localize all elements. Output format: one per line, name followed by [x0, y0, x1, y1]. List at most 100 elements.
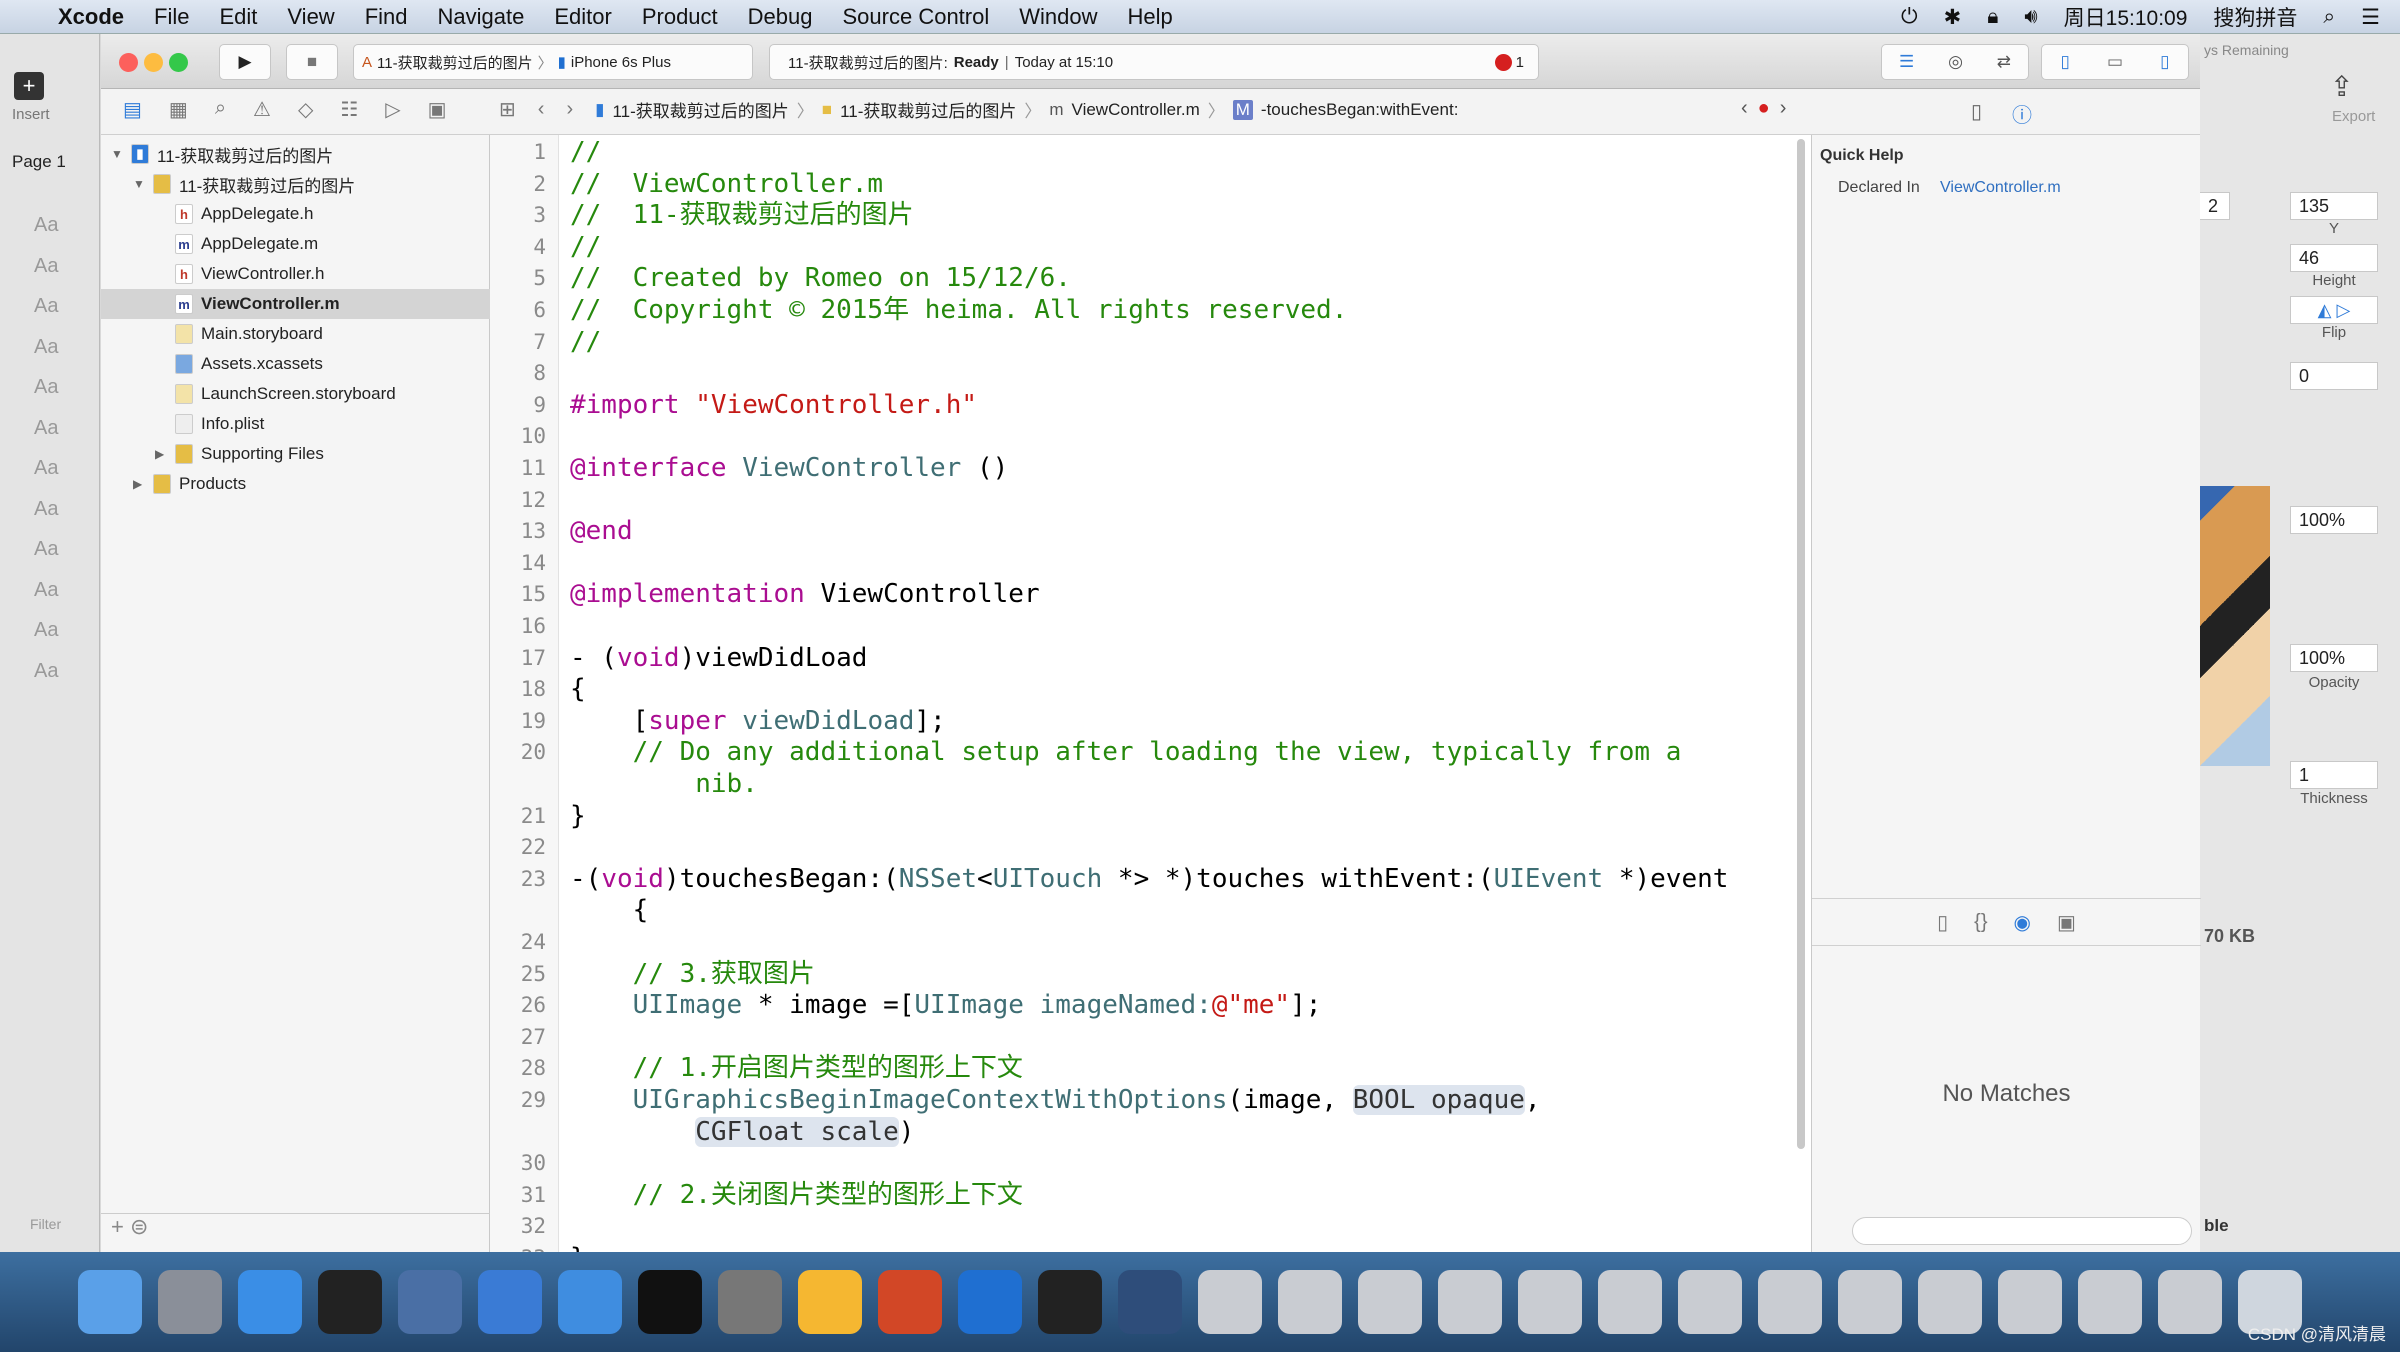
code-line[interactable]: 18 { — [490, 674, 1811, 706]
issue-navigator-icon[interactable]: ⚠ — [253, 97, 271, 122]
menu-find[interactable]: Find — [365, 4, 408, 30]
teamviewer-icon[interactable] — [958, 1270, 1022, 1334]
code-line[interactable]: 29 UIGraphicsBeginImageContextWithOption… — [490, 1085, 1811, 1117]
test-navigator-icon[interactable]: ◇ — [298, 97, 313, 122]
window1-icon[interactable] — [1198, 1270, 1262, 1334]
menu-navigate[interactable]: Navigate — [438, 4, 525, 30]
window5-icon[interactable] — [1518, 1270, 1582, 1334]
navigator-item[interactable]: h AppDelegate.h — [101, 199, 490, 229]
code-line[interactable]: { — [490, 895, 1811, 927]
file-inspector-icon[interactable]: ▯ — [1971, 99, 1982, 128]
layer-item[interactable]: Aa — [34, 538, 58, 561]
report-navigator-icon[interactable]: ▣ — [428, 97, 447, 122]
launchpad-icon[interactable] — [158, 1270, 222, 1334]
x-field[interactable]: 2 — [2200, 192, 2230, 220]
crumb-file[interactable]: ViewController.m — [1072, 100, 1200, 120]
code-line[interactable]: nib. — [490, 769, 1811, 801]
height-field[interactable]: 46 — [2290, 244, 2378, 272]
forward-icon[interactable]: › — [566, 98, 573, 121]
menu-file[interactable]: File — [154, 4, 189, 30]
crumb-method[interactable]: -touchesBegan:withEvent: — [1261, 100, 1459, 120]
navigator-toggle-icon[interactable]: ▯ — [2061, 52, 2070, 72]
navigator-item[interactable]: ▶ Supporting Files — [101, 439, 490, 469]
battery-icon[interactable]: ⏻ — [1901, 5, 1918, 29]
code-line[interactable]: 27 — [490, 1022, 1811, 1054]
navigator-item[interactable]: Main.storyboard — [101, 319, 490, 349]
code-line[interactable]: 5 // Created by Romeo on 15/12/6. — [490, 263, 1811, 295]
clock[interactable]: 周日15:10:09 — [2064, 2, 2188, 32]
navigator-item[interactable]: ▼ 11-获取裁剪过后的图片 — [101, 169, 490, 199]
fill-opacity-field[interactable]: 100% — [2290, 506, 2378, 534]
layer-item[interactable]: Aa — [34, 457, 58, 480]
window10-icon[interactable] — [1918, 1270, 1982, 1334]
code-line[interactable]: 31 // 2.关闭图片类型的图形上下文 — [490, 1180, 1811, 1212]
code-line[interactable]: 25 // 3.获取图片 — [490, 959, 1811, 991]
code-line[interactable]: 2 // ViewController.m — [490, 169, 1811, 201]
view-toggle-group[interactable]: ▯ ▭ ▯ — [2041, 44, 2189, 80]
code-line[interactable]: 11 @interface ViewController () — [490, 453, 1811, 485]
mouse-icon[interactable] — [318, 1270, 382, 1334]
utilities-toggle-icon[interactable]: ▯ — [2160, 52, 2169, 72]
navigator-item[interactable]: Info.plist — [101, 409, 490, 439]
navigator-item[interactable]: ▼ ▮ 11-获取裁剪过后的图片 — [101, 139, 490, 169]
menu-product[interactable]: Product — [642, 4, 718, 30]
code-line[interactable]: 4 // — [490, 232, 1811, 264]
code-line[interactable]: 3 // 11-获取裁剪过后的图片 — [490, 200, 1811, 232]
disclosure-triangle-icon[interactable]: ▼ — [111, 147, 123, 161]
code-line[interactable]: 6 // Copyright © 2015年 heima. All rights … — [490, 295, 1811, 327]
back-icon[interactable]: ‹ — [538, 98, 545, 121]
code-line[interactable]: 9 #import "ViewController.h" — [490, 390, 1811, 422]
navigator-item[interactable]: h ViewController.h — [101, 259, 490, 289]
add-icon[interactable]: + — [111, 1214, 124, 1239]
code-line[interactable]: 20 // Do any additional setup after load… — [490, 737, 1811, 769]
assistant-editor-icon[interactable]: ◎ — [1948, 52, 1963, 72]
window9-icon[interactable] — [1838, 1270, 1902, 1334]
code-line[interactable]: 17 - (void)viewDidLoad — [490, 643, 1811, 675]
close-button[interactable] — [119, 53, 138, 72]
editor-mode-group[interactable]: ☰ ◎ ⇄ — [1881, 44, 2029, 80]
code-line[interactable]: 23 -(void)touchesBegan:(NSSet<UITouch *> … — [490, 864, 1811, 896]
minimize-button[interactable] — [144, 53, 163, 72]
menu-source-control[interactable]: Source Control — [843, 4, 990, 30]
code-line[interactable]: 8 — [490, 358, 1811, 390]
navigator-item[interactable]: Assets.xcassets — [101, 349, 490, 379]
media-library-icon[interactable]: ▣ — [2057, 910, 2076, 935]
code-line[interactable]: 26 UIImage * image =[UIImage imageNamed:… — [490, 990, 1811, 1022]
code-line[interactable]: 30 — [490, 1148, 1811, 1180]
symbol-navigator-icon[interactable]: ▦ — [169, 97, 188, 122]
scheme-selector[interactable]: A 11-获取裁剪过后的图片〉 ▮ iPhone 6s Plus — [353, 44, 753, 80]
layer-item[interactable]: Aa — [34, 498, 58, 521]
window8-icon[interactable] — [1758, 1270, 1822, 1334]
layer-item[interactable]: Aa — [34, 660, 58, 683]
debug-toggle-icon[interactable]: ▭ — [2107, 52, 2123, 72]
related-items-icon[interactable]: ⊞ — [499, 97, 516, 122]
quicktime-icon[interactable] — [1118, 1270, 1182, 1334]
window6-icon[interactable] — [1598, 1270, 1662, 1334]
crumb-project[interactable]: 11-获取裁剪过后的图片 — [612, 97, 788, 122]
zoom-button[interactable] — [169, 53, 188, 72]
notification-center-icon[interactable]: ☰ — [2361, 5, 2380, 30]
code-line[interactable]: 33} — [490, 1243, 1811, 1252]
window12-icon[interactable] — [2158, 1270, 2222, 1334]
code-placeholder[interactable]: CGFloat scale — [695, 1116, 899, 1147]
code-line[interactable]: 7 // — [490, 327, 1811, 359]
rotate-field[interactable]: 0 — [2290, 362, 2378, 390]
code-line[interactable]: 32 — [490, 1211, 1811, 1243]
breakpoint-navigator-icon[interactable]: ▷ — [385, 97, 400, 122]
xcode-icon[interactable] — [478, 1270, 542, 1334]
disclosure-triangle-icon[interactable]: ▼ — [133, 177, 145, 191]
crumb-group[interactable]: 11-获取裁剪过后的图片 — [840, 97, 1016, 122]
bluetooth-icon[interactable]: ✱ — [1944, 5, 1962, 30]
window2-icon[interactable] — [1278, 1270, 1342, 1334]
menu-help[interactable]: Help — [1128, 4, 1173, 30]
code-line[interactable]: 22 — [490, 832, 1811, 864]
filter-input[interactable]: Filter — [30, 1216, 61, 1232]
navigator-item[interactable]: LaunchScreen.storyboard — [101, 379, 490, 409]
error-icon[interactable]: ● — [1758, 97, 1770, 120]
code-line[interactable]: 10 — [490, 421, 1811, 453]
version-editor-icon[interactable]: ⇄ — [1997, 52, 2011, 72]
project-navigator-icon[interactable]: ▤ — [123, 97, 142, 122]
find-navigator-icon[interactable]: ⌕ — [215, 97, 226, 122]
menu-edit[interactable]: Edit — [219, 4, 257, 30]
declared-in-link[interactable]: ViewController.m — [1940, 179, 2061, 197]
